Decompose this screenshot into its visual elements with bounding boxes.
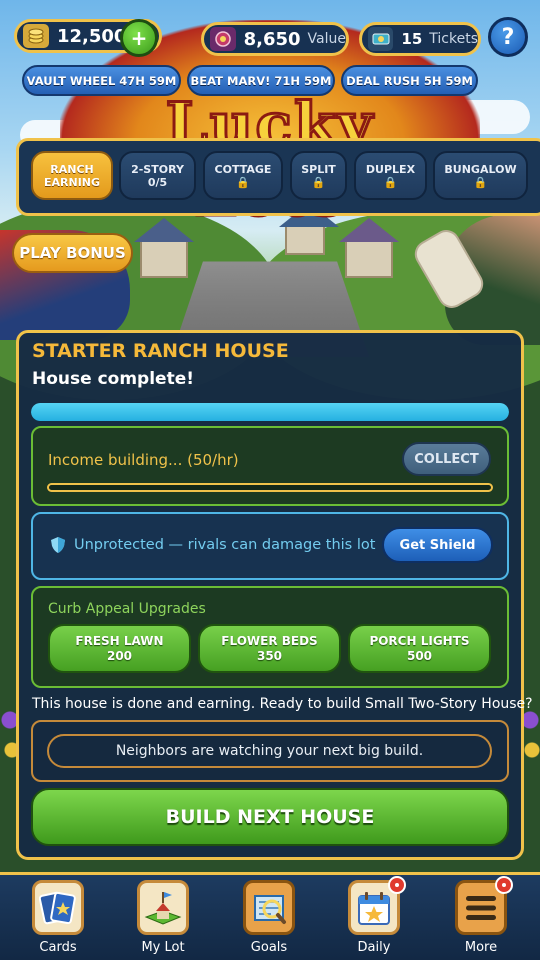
value-amount: 8,650: [243, 28, 301, 50]
income-text: Income building... (50/hr): [48, 451, 239, 469]
lock-icon: 🔒: [473, 175, 488, 189]
coins-value: 12,500: [57, 25, 127, 47]
income-progress-bar: [47, 483, 493, 492]
add-coins-button[interactable]: +: [120, 19, 158, 57]
tab-split-title: SPLIT: [301, 162, 336, 176]
vault-wheel-timer[interactable]: VAULT WHEEL 47H 59M: [22, 65, 181, 96]
nav-cards[interactable]: Cards: [28, 880, 88, 960]
next-build-prompt: This house is done and earning. Ready to…: [32, 696, 533, 712]
lock-icon: 🔒: [311, 175, 326, 189]
cards-icon: [32, 880, 84, 935]
porch-lights-button[interactable]: PORCH LIGHTS 500: [348, 624, 491, 673]
play-bonus-button[interactable]: PLAY BONUS: [12, 233, 133, 273]
notification-badge: [388, 876, 406, 894]
tab-2-story[interactable]: 2-STORY 0/5: [119, 151, 196, 200]
tab-bungalow-title: BUNGALOW: [444, 162, 517, 176]
tickets-value: 15: [401, 30, 423, 48]
lock-icon: 🔒: [236, 175, 250, 189]
tab-duplex[interactable]: DUPLEX 🔒: [354, 151, 427, 200]
nav-more-label: More: [464, 940, 498, 955]
nav-more[interactable]: More: [451, 876, 513, 960]
nav-my-lot[interactable]: My Lot: [133, 880, 193, 960]
upgrade-name: FLOWER BEDS: [221, 633, 318, 648]
my-lot-icon: [137, 880, 189, 935]
upgrade-name: FRESH LAWN: [75, 633, 164, 648]
house-status: House complete!: [32, 369, 194, 389]
shield-icon: [51, 537, 65, 553]
tab-cottage[interactable]: COTTAGE 🔒: [203, 151, 283, 200]
tab-bungalow[interactable]: BUNGALOW 🔒: [433, 151, 528, 200]
tab-ranch[interactable]: RANCH EARNING: [31, 151, 113, 200]
tab-cottage-title: COTTAGE: [214, 162, 272, 176]
help-button[interactable]: ?: [488, 17, 528, 57]
collect-button[interactable]: COLLECT: [402, 442, 491, 476]
tab-ranch-title: RANCH: [50, 162, 94, 176]
goals-icon: [243, 880, 295, 935]
beat-marv-timer[interactable]: BEAT MARV! 71H 59M: [187, 65, 335, 96]
curb-appeal-title: Curb Appeal Upgrades: [48, 601, 206, 617]
notification-badge: [495, 876, 513, 894]
tab-split[interactable]: SPLIT 🔒: [290, 151, 347, 200]
shield-warning-text: Unprotected — rivals can damage this lot: [74, 537, 376, 553]
ticket-icon: [368, 27, 394, 51]
upgrade-cost: 500: [406, 648, 433, 663]
nav-goals[interactable]: Goals: [239, 880, 299, 960]
upgrade-cost: 200: [106, 648, 133, 663]
build-progress-fill: [31, 403, 509, 421]
nav-my-lot-label: My Lot: [141, 940, 185, 955]
deal-rush-timer[interactable]: DEAL RUSH 5H 59M: [341, 65, 478, 96]
upgrade-cost: 350: [256, 648, 283, 663]
coin-stack-icon: [23, 24, 49, 48]
house-illustration: [339, 218, 399, 278]
value-unit: Value: [307, 31, 346, 47]
tab-ranch-status: EARNING: [43, 175, 101, 189]
upgrade-name: PORCH LIGHTS: [369, 633, 470, 648]
value-counter: 8,650 Value: [201, 22, 349, 56]
house-title: STARTER RANCH HOUSE: [32, 340, 289, 362]
vault-icon: [210, 27, 236, 51]
tab-2-story-progress: 0/5: [147, 175, 168, 189]
tab-2-story-title: 2-STORY: [131, 162, 184, 176]
tab-duplex-title: DUPLEX: [365, 162, 416, 176]
get-shield-button[interactable]: Get Shield: [382, 527, 493, 563]
flower-beds-button[interactable]: FLOWER BEDS 350: [198, 624, 341, 673]
build-progress-bar: [31, 403, 509, 421]
neighbor-message: Neighbors are watching your next big bui…: [47, 734, 492, 768]
nav-daily[interactable]: Daily: [344, 876, 406, 960]
tickets-counter: 15 Tickets: [359, 22, 481, 56]
nav-daily-label: Daily: [357, 940, 391, 955]
fresh-lawn-button[interactable]: FRESH LAWN 200: [48, 624, 191, 673]
tickets-unit: Tickets: [429, 31, 478, 47]
house-illustration: [134, 218, 194, 278]
nav-goals-label: Goals: [250, 940, 288, 955]
nav-cards-label: Cards: [39, 940, 77, 955]
lock-icon: 🔒: [383, 175, 398, 189]
build-next-house-button[interactable]: BUILD NEXT HOUSE: [31, 788, 509, 846]
